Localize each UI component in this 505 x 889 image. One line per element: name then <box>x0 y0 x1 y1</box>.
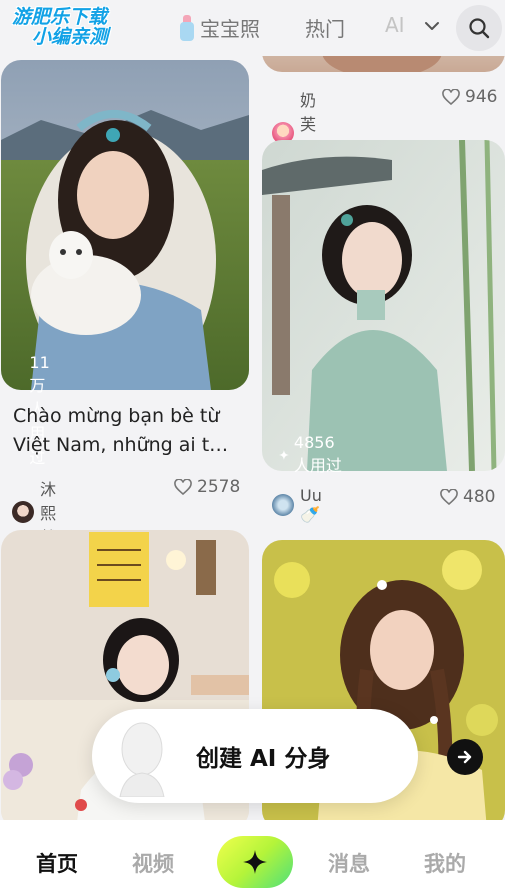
create-button[interactable] <box>217 836 293 888</box>
nav-home[interactable]: 首页 <box>36 848 78 878</box>
create-ai-avatar-button[interactable]: 创建 AI 分身 <box>92 709 483 803</box>
photo-girl-with-lamb <box>1 60 249 390</box>
tab-baby-photo-label: 宝宝照 <box>200 17 260 41</box>
tab-baby-photo[interactable]: 宝宝照 <box>178 13 260 42</box>
tab-ai[interactable]: AI <box>385 13 405 37</box>
tab-hot[interactable]: 热门 <box>305 13 345 42</box>
mannequin-avatar-icon <box>119 722 165 797</box>
heart-icon <box>440 489 458 505</box>
baby-bottle-icon <box>178 14 196 41</box>
card-photo[interactable] <box>262 140 505 471</box>
sparkle-icon <box>243 850 267 874</box>
search-button[interactable] <box>456 5 502 51</box>
avatar <box>12 501 34 523</box>
heart-icon <box>174 479 192 495</box>
watermark-line-1: 游肥乐下载 <box>12 6 108 28</box>
heart-icon <box>442 89 460 105</box>
like-count: 480 <box>463 487 496 507</box>
like-counter[interactable]: 480 <box>440 487 495 507</box>
search-icon <box>469 18 490 39</box>
usage-count: 4856人用过 <box>293 433 342 475</box>
create-ai-avatar-label: 创建 AI 分身 <box>196 746 331 772</box>
bottom-navigation: 首页 视频 消息 我的 <box>0 820 505 889</box>
caption-line-2: Việt Nam, những ai t… <box>13 434 229 457</box>
like-count: 2578 <box>197 477 241 497</box>
nav-messages[interactable]: 消息 <box>328 848 370 878</box>
author-name: Uu🍼 <box>300 486 322 524</box>
usage-badge: 4856人用过 <box>279 433 343 476</box>
caption-line-1: Chào mừng bạn bè từ <box>13 405 220 427</box>
like-count: 946 <box>465 87 498 107</box>
photo-girl-in-qipao <box>262 140 505 471</box>
arrow-right-icon <box>447 739 483 775</box>
card-author[interactable]: Uu🍼 <box>272 486 322 524</box>
app-screen: 游肥乐下载 小编亲测 宝宝照 热门 AI 奶芙芙fufu <box>0 0 505 889</box>
watermark: 游肥乐下载 小编亲测 <box>12 6 152 48</box>
nav-me[interactable]: 我的 <box>424 848 466 878</box>
like-counter[interactable]: 2578 <box>174 477 240 497</box>
nav-video[interactable]: 视频 <box>132 848 174 878</box>
sparkle-icon <box>279 449 289 460</box>
top-tab-bar: 游肥乐下载 小编亲测 宝宝照 热门 AI <box>0 0 505 56</box>
avatar <box>272 494 294 516</box>
like-counter[interactable]: 946 <box>442 87 497 107</box>
chevron-down-icon[interactable] <box>424 18 440 34</box>
card-photo[interactable] <box>1 60 249 390</box>
watermark-line-2: 小编亲测 <box>32 25 109 48</box>
card-caption[interactable]: Chào mừng bạn bè từ Việt Nam, những ai t… <box>13 402 248 461</box>
